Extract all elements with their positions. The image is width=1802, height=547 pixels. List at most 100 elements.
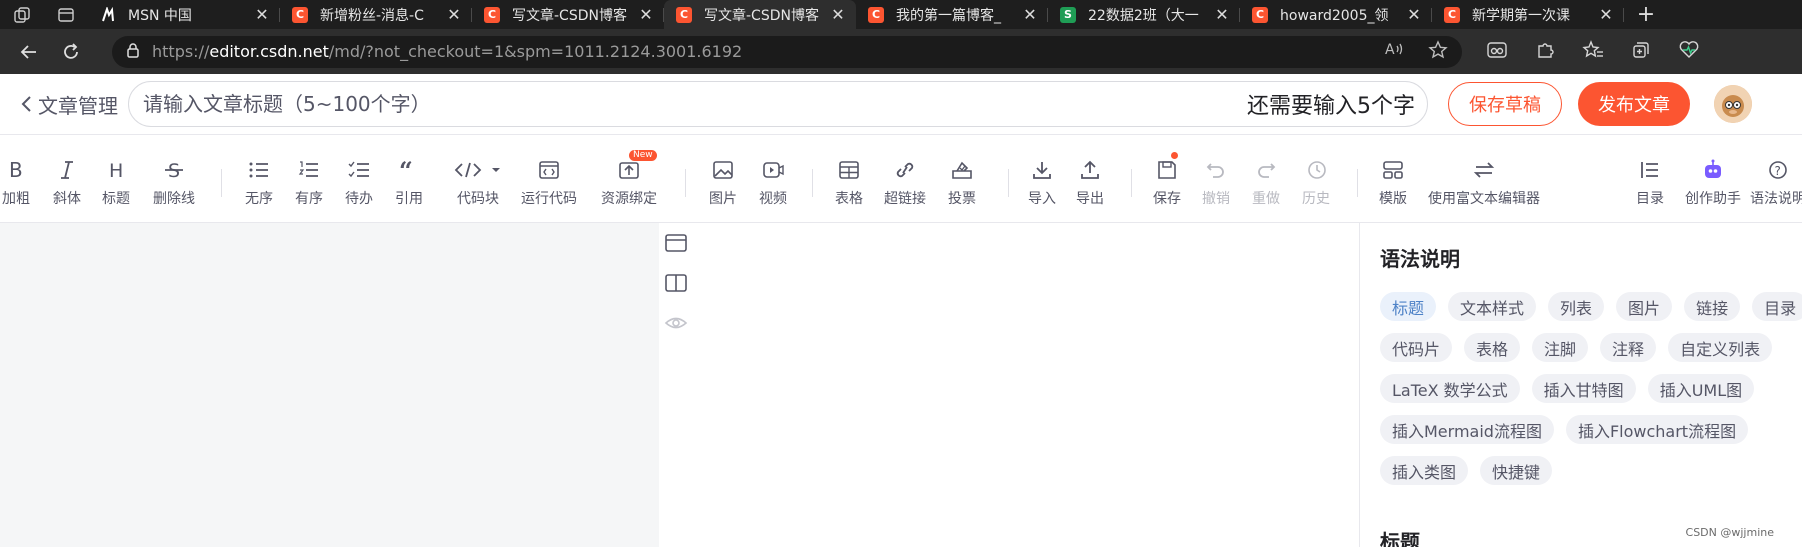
redo-button[interactable]: 重做 — [1252, 158, 1280, 208]
save-draft-button[interactable]: 保存草稿 — [1448, 82, 1562, 126]
rich-text-editor-label: 使用富文本编辑器 — [1428, 191, 1540, 207]
extension-glasses-icon[interactable] — [1486, 40, 1508, 64]
todo-list-button[interactable]: 待办 — [345, 158, 373, 208]
browser-tab[interactable]: S 22数据2班（大一 ✕ — [1048, 0, 1240, 29]
url-field[interactable]: https://editor.csdn.net/md/?not_checkout… — [112, 35, 1462, 68]
undo-button[interactable]: 撤销 — [1202, 158, 1230, 208]
article-title-input[interactable] — [143, 92, 1247, 116]
close-icon[interactable]: ✕ — [1214, 5, 1230, 24]
browser-essentials-icon[interactable] — [1678, 40, 1700, 64]
lock-icon[interactable] — [126, 42, 140, 62]
syntax-tag[interactable]: 图片 — [1616, 292, 1673, 321]
syntax-tag[interactable]: 目录 — [1752, 292, 1802, 321]
favorites-icon[interactable] — [1582, 39, 1604, 64]
run-code-button[interactable]: 运行代码 — [521, 158, 577, 208]
syntax-tag[interactable]: 列表 — [1548, 292, 1605, 321]
extensions-puzzle-icon[interactable] — [1535, 40, 1555, 64]
image-button[interactable]: 图片 — [709, 158, 737, 208]
url-host: editor.csdn.net — [209, 42, 329, 61]
vote-button[interactable]: 投票 — [948, 158, 976, 208]
single-column-view-icon[interactable] — [662, 232, 690, 258]
syntax-tag[interactable]: 自定义列表 — [1668, 333, 1773, 362]
close-icon[interactable]: ✕ — [1598, 5, 1614, 24]
upload-box-icon: New — [615, 150, 657, 182]
syntax-tag[interactable]: 快捷键 — [1480, 456, 1553, 485]
video-icon — [759, 158, 787, 182]
tab-title: 写文章-CSDN博客 — [704, 7, 819, 24]
syntax-tag[interactable]: 插入Flowchart流程图 — [1565, 415, 1749, 444]
browser-tab-active[interactable]: C 写文章-CSDN博客 ✕ — [664, 0, 856, 29]
browser-tab[interactable]: C 新增粉丝-消息-C ✕ — [280, 0, 472, 29]
template-icon — [1379, 158, 1407, 182]
browser-tab-msn[interactable]: MSN 中国 ✕ — [88, 0, 280, 29]
bold-button[interactable]: B 加粗 — [2, 158, 30, 208]
import-button[interactable]: 导入 — [1028, 158, 1056, 208]
code-block-button[interactable]: 代码块 — [450, 158, 506, 208]
syntax-tag[interactable]: 链接 — [1684, 292, 1741, 321]
collections-icon[interactable] — [1631, 40, 1651, 64]
new-tab-button[interactable]: + — [1624, 0, 1668, 29]
tab-actions-icon[interactable] — [44, 0, 88, 29]
close-icon[interactable]: ✕ — [638, 5, 654, 24]
browser-tab[interactable]: C howard2005_领 ✕ — [1240, 0, 1432, 29]
ordered-list-button[interactable]: 有序 — [295, 158, 323, 208]
table-button[interactable]: 表格 — [835, 158, 863, 208]
article-management-back-link[interactable]: 文章管理 — [20, 90, 118, 119]
syntax-tag[interactable]: 插入UML图 — [1647, 374, 1755, 403]
strikethrough-button[interactable]: S 删除线 — [153, 158, 195, 208]
syntax-help-button[interactable]: ? 语法说明 — [1750, 158, 1802, 208]
close-icon[interactable]: ✕ — [254, 5, 270, 24]
history-button[interactable]: 历史 — [1302, 158, 1330, 208]
avatar[interactable] — [1714, 85, 1752, 123]
video-button[interactable]: 视频 — [759, 158, 787, 208]
export-button[interactable]: 导出 — [1076, 158, 1104, 208]
preview-eye-icon[interactable] — [662, 312, 690, 338]
close-icon[interactable]: ✕ — [446, 5, 462, 24]
tab-title: MSN 中国 — [128, 7, 192, 24]
browser-tab[interactable]: C 写文章-CSDN博客 ✕ — [472, 0, 664, 29]
toc-button[interactable]: 目录 — [1636, 158, 1664, 208]
toolbar-divider — [1008, 169, 1009, 197]
syntax-tag[interactable]: 注释 — [1600, 333, 1657, 362]
syntax-tag[interactable]: LaTeX 数学公式 — [1380, 374, 1520, 403]
syntax-tag[interactable]: 标题 — [1380, 292, 1437, 321]
close-icon[interactable]: ✕ — [1022, 5, 1038, 24]
syntax-tag[interactable]: 插入甘特图 — [1531, 374, 1636, 403]
italic-button[interactable]: 斜体 — [53, 158, 81, 208]
close-icon[interactable]: ✕ — [830, 5, 846, 24]
syntax-tag[interactable]: 表格 — [1464, 333, 1521, 362]
save-button[interactable]: 保存 — [1153, 152, 1181, 208]
split-view-icon[interactable] — [662, 272, 690, 298]
heading-label: 标题 — [102, 191, 130, 207]
syntax-tag[interactable]: 文本样式 — [1448, 292, 1537, 321]
resource-bind-button[interactable]: New 资源绑定 — [601, 150, 657, 208]
syntax-tag[interactable]: 插入类图 — [1380, 456, 1469, 485]
writing-assistant-button[interactable]: 创作助手 — [1685, 158, 1741, 208]
csdn-favicon-icon: C — [484, 6, 500, 23]
hyperlink-button[interactable]: 超链接 — [884, 158, 926, 208]
template-button[interactable]: 模版 — [1379, 158, 1407, 208]
quote-button[interactable]: “ 引用 — [395, 158, 423, 208]
refresh-icon[interactable] — [50, 34, 92, 70]
browser-tab[interactable]: C 新学期第一次课 ✕ — [1432, 0, 1624, 29]
rich-text-editor-button[interactable]: 使用富文本编辑器 — [1428, 158, 1540, 208]
heading-icon: H — [102, 158, 130, 182]
back-arrow-icon[interactable] — [8, 34, 50, 70]
syntax-help-title: 语法说明 — [1380, 247, 1460, 271]
back-label: 文章管理 — [38, 93, 118, 118]
markdown-input-area[interactable] — [0, 223, 659, 547]
syntax-tag[interactable]: 插入Mermaid流程图 — [1380, 415, 1554, 444]
close-icon[interactable]: ✕ — [1406, 5, 1422, 24]
unordered-list-button[interactable]: 无序 — [245, 158, 273, 208]
undo-icon — [1202, 158, 1230, 182]
bold-label: 加粗 — [2, 191, 30, 207]
heading-button[interactable]: H 标题 — [102, 158, 130, 208]
favorite-star-icon[interactable] — [1428, 39, 1448, 64]
browser-tab[interactable]: C 我的第一篇博客_ ✕ — [856, 0, 1048, 29]
syntax-tag[interactable]: 注脚 — [1532, 333, 1589, 362]
workspaces-icon[interactable] — [0, 0, 44, 29]
publish-article-button[interactable]: 发布文章 — [1578, 82, 1690, 126]
syntax-tag[interactable]: 代码片 — [1380, 333, 1453, 362]
csdn-favicon-icon: C — [1252, 6, 1268, 23]
read-aloud-icon[interactable]: A — [1384, 40, 1404, 64]
